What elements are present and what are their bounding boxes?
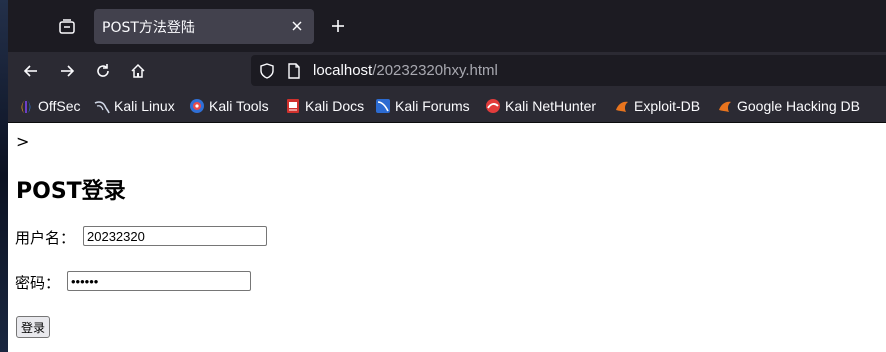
bookmark-offsec[interactable]: OffSec bbox=[18, 96, 81, 116]
kali-dragon-icon bbox=[94, 98, 110, 114]
bookmark-label: Google Hacking DB bbox=[737, 98, 860, 114]
close-icon bbox=[292, 21, 302, 31]
arrow-right-icon bbox=[61, 65, 75, 77]
kali-forums-icon bbox=[375, 98, 391, 114]
tab-close-button[interactable] bbox=[288, 17, 306, 35]
browser-window: POST方法登陆 localhost/20232320hxy.html OffS… bbox=[8, 0, 886, 352]
username-label: 用户名： bbox=[15, 229, 76, 247]
bookmarks-toolbar: OffSec Kali Linux Kali Tools Kali Docs K… bbox=[8, 89, 886, 123]
url-text[interactable]: localhost/20232320hxy.html bbox=[313, 62, 498, 79]
reload-icon bbox=[97, 64, 109, 77]
tab-strip: POST方法登陆 bbox=[8, 0, 886, 52]
url-host: localhost bbox=[313, 62, 373, 79]
home-button[interactable] bbox=[125, 58, 151, 84]
page-content: > POST登录 用户名： 密码： 登录 bbox=[8, 123, 886, 352]
password-label: 密码： bbox=[15, 274, 61, 292]
bookmark-kali-tools[interactable]: Kali Tools bbox=[189, 96, 269, 116]
back-button[interactable] bbox=[18, 58, 44, 84]
bookmark-kali-nethunter[interactable]: Kali NetHunter bbox=[485, 96, 596, 116]
page-title: POST登录 bbox=[16, 179, 126, 204]
kali-nethunter-icon bbox=[485, 98, 501, 114]
bookmark-label: Kali Docs bbox=[305, 98, 365, 114]
login-button[interactable]: 登录 bbox=[16, 316, 51, 338]
reload-button[interactable] bbox=[90, 58, 116, 84]
bookmark-label: Kali Tools bbox=[209, 98, 269, 114]
bookmark-kali-docs[interactable]: Kali Docs bbox=[285, 96, 364, 116]
shield-icon[interactable] bbox=[258, 62, 276, 80]
bookmark-exploit-db[interactable]: Exploit-DB bbox=[614, 96, 700, 116]
stray-text: > bbox=[16, 132, 30, 151]
bookmark-label: Kali NetHunter bbox=[505, 98, 597, 114]
kali-docs-icon bbox=[285, 98, 301, 114]
page-icon[interactable] bbox=[285, 62, 303, 80]
address-bar[interactable]: localhost/20232320hxy.html bbox=[251, 55, 886, 86]
url-path: /20232320hxy.html bbox=[372, 62, 498, 79]
bookmark-label: Kali Forums bbox=[395, 98, 470, 114]
exploit-db-icon bbox=[614, 98, 630, 114]
bookmark-google-hacking-db[interactable]: Google Hacking DB bbox=[717, 96, 860, 116]
username-input[interactable] bbox=[83, 226, 267, 246]
tab-active[interactable]: POST方法登陆 bbox=[94, 9, 314, 44]
home-icon bbox=[131, 63, 145, 78]
plus-icon bbox=[332, 20, 344, 32]
bookmark-label: Exploit-DB bbox=[634, 98, 701, 114]
tab-title: POST方法登陆 bbox=[102, 19, 195, 36]
password-input[interactable] bbox=[67, 271, 251, 291]
forward-button[interactable] bbox=[54, 58, 80, 84]
tab-overview-icon bbox=[59, 19, 75, 34]
ghdb-icon bbox=[717, 98, 733, 114]
navigation-toolbar: localhost/20232320hxy.html bbox=[8, 52, 886, 89]
offsec-icon bbox=[18, 98, 34, 114]
desktop-background bbox=[0, 0, 8, 352]
kali-tools-icon bbox=[189, 98, 205, 114]
bookmark-kali-linux[interactable]: Kali Linux bbox=[94, 96, 175, 116]
tab-overview-button[interactable] bbox=[54, 12, 80, 42]
new-tab-button[interactable] bbox=[326, 14, 350, 38]
bookmark-label: Kali Linux bbox=[114, 98, 175, 114]
arrow-left-icon bbox=[23, 65, 37, 77]
bookmark-kali-forums[interactable]: Kali Forums bbox=[375, 96, 470, 116]
bookmark-label: OffSec bbox=[38, 98, 81, 114]
